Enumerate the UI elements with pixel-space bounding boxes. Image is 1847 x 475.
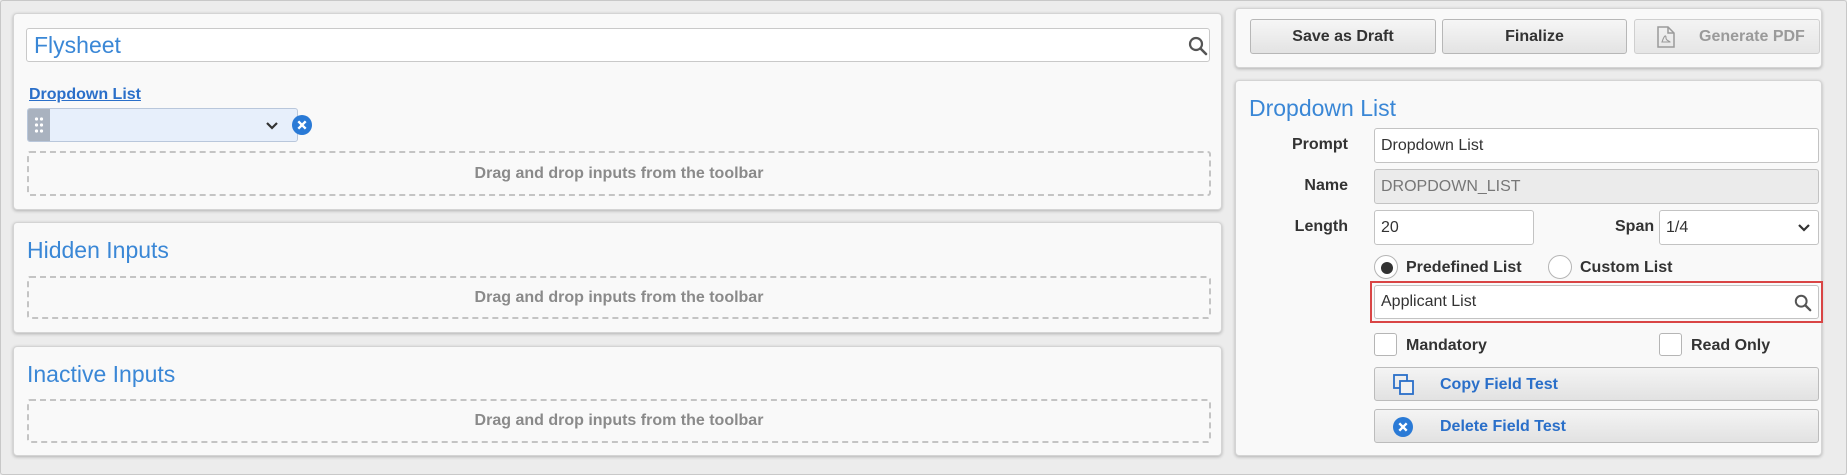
delete-circle-icon [1393,417,1413,437]
flysheet-title-input[interactable]: Flysheet [26,28,1210,62]
predefined-list-label[interactable]: Predefined List [1406,259,1522,277]
finalize-button[interactable]: Finalize [1442,19,1627,54]
copy-field-button[interactable]: Copy Field Test [1374,367,1819,401]
custom-list-label[interactable]: Custom List [1580,259,1672,277]
list-search-value: Applicant List [1381,293,1477,310]
flysheet-dropzone[interactable]: Drag and drop inputs from the toolbar [27,151,1211,196]
inactive-inputs-dropzone[interactable]: Drag and drop inputs from the toolbar [27,399,1211,443]
read-only-label[interactable]: Read Only [1691,337,1770,355]
prompt-label: Prompt [1292,136,1348,153]
dropdown-list-field-link[interactable]: Dropdown List [29,86,141,104]
name-input: DROPDOWN_LIST [1374,169,1819,204]
pdf-file-icon [1657,26,1675,48]
delete-field-label: Delete Field Test [1440,418,1566,435]
properties-title: Dropdown List [1249,95,1397,121]
mandatory-checkbox[interactable] [1374,333,1397,356]
generate-pdf-label: Generate PDF [1699,28,1805,45]
properties-panel: Dropdown List Prompt Dropdown List Name … [1235,80,1823,456]
hidden-inputs-title: Hidden Inputs [27,237,169,263]
prompt-input[interactable]: Dropdown List [1374,128,1819,163]
copy-icon [1393,374,1414,395]
radio-selected-dot [1381,262,1393,274]
delete-field-button[interactable]: Delete Field Test [1374,409,1819,443]
chevron-down-icon [1798,224,1810,232]
inactive-inputs-title: Inactive Inputs [27,361,176,387]
length-label: Length [1294,218,1348,235]
search-icon[interactable] [1188,36,1208,56]
list-search-input[interactable]: Applicant List [1374,285,1819,319]
read-only-checkbox[interactable] [1659,333,1682,356]
span-value: 1/4 [1666,218,1689,236]
generate-pdf-button[interactable]: Generate PDF [1634,19,1820,54]
copy-field-label: Copy Field Test [1440,376,1558,393]
hidden-inputs-dropzone[interactable]: Drag and drop inputs from the toolbar [27,276,1211,319]
inactive-inputs-panel: Inactive Inputs Drag and drop inputs fro… [13,346,1222,456]
span-select[interactable]: 1/4 [1659,210,1819,245]
mandatory-label[interactable]: Mandatory [1406,337,1487,355]
name-label: Name [1304,177,1348,194]
custom-list-radio[interactable] [1548,255,1572,279]
chevron-down-icon [266,122,278,130]
span-label: Span [1615,218,1655,235]
drag-handle-icon[interactable] [28,109,50,141]
length-input[interactable]: 20 [1374,210,1534,245]
flysheet-panel: Flysheet Dropdown List Drag and drop inp… [13,13,1222,210]
search-icon[interactable] [1794,294,1812,312]
remove-field-icon[interactable] [292,115,312,135]
predefined-list-radio[interactable] [1374,255,1398,279]
save-as-draft-button[interactable]: Save as Draft [1250,19,1436,54]
hidden-inputs-panel: Hidden Inputs Drag and drop inputs from … [13,222,1222,333]
flysheet-title: Flysheet [34,31,121,58]
toolbar-panel: Save as Draft Finalize Generate PDF [1235,8,1822,68]
dropdown-list-select[interactable] [27,108,298,142]
